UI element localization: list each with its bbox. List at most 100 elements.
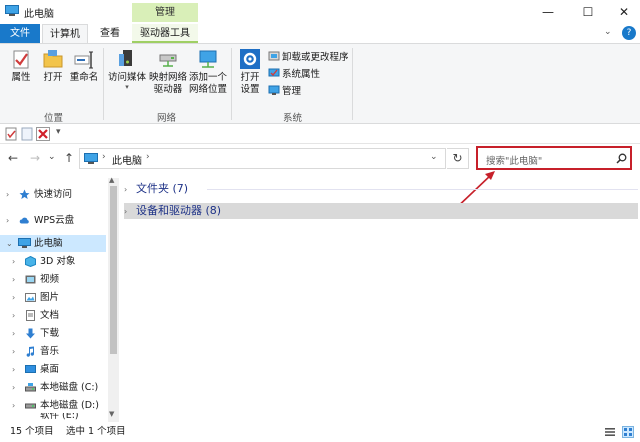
expand-chevron-icon[interactable]: › <box>12 397 15 414</box>
tab-drive-tools[interactable]: 驱动器工具 <box>132 24 198 43</box>
expand-chevron-icon[interactable]: › <box>12 343 15 360</box>
picture-icon <box>25 293 36 302</box>
nav-item-music[interactable]: › 音乐 <box>0 343 106 360</box>
rename-button[interactable]: 重命名 <box>68 48 100 84</box>
nav-item-3d-objects[interactable]: › 3D 对象 <box>0 253 106 270</box>
nav-item-desktop[interactable]: › 桌面 <box>0 361 106 378</box>
customize-toolbar-icon[interactable]: ▾ <box>56 127 61 137</box>
rename-icon <box>74 51 93 69</box>
nav-label: 此电脑 <box>34 238 63 249</box>
nav-item-documents[interactable]: › 文档 <box>0 307 106 324</box>
expand-chevron-icon[interactable]: › <box>12 379 15 396</box>
group-label: 文件夹 (7) <box>136 182 189 195</box>
scroll-down-icon[interactable]: ▼ <box>109 410 114 418</box>
uninstall-label: 卸载或更改程序 <box>282 52 349 63</box>
maximize-button[interactable]: ☐ <box>568 0 608 24</box>
nav-label: 软件 (E:) <box>40 413 79 421</box>
nav-label: 本地磁盘 (C:) <box>40 382 99 393</box>
system-properties-button[interactable]: 系统属性 <box>268 67 320 81</box>
tab-computer[interactable]: 计算机 <box>42 24 88 43</box>
manage-context-tab[interactable]: 管理 <box>132 3 198 22</box>
quick-access-toolbar: ▾ <box>0 124 640 144</box>
nav-item-pictures[interactable]: › 图片 <box>0 289 106 306</box>
breadcrumb-chevron[interactable]: › <box>102 152 106 162</box>
properties-button[interactable]: 属性 <box>6 48 36 84</box>
scroll-up-icon[interactable]: ▲ <box>109 176 114 184</box>
blank-document-icon[interactable] <box>20 127 34 141</box>
cube-icon <box>25 256 36 267</box>
scrollbar-thumb[interactable] <box>110 186 117 354</box>
map-drive-label-line2: 驱动器 <box>153 84 183 95</box>
collapse-chevron-icon[interactable]: ⌄ <box>6 235 13 252</box>
address-dropdown-icon[interactable]: ⌄ <box>430 152 438 162</box>
network-drive-icon <box>159 54 177 67</box>
manage-button[interactable]: 管理 <box>268 84 301 98</box>
expand-chevron-icon[interactable]: › <box>12 253 15 270</box>
open-settings-label-line1: 打开 <box>240 72 260 83</box>
details-view-icon[interactable] <box>604 426 616 438</box>
forward-button[interactable]: → <box>30 151 40 165</box>
properties-icon[interactable] <box>4 127 18 141</box>
expand-chevron-icon[interactable]: › <box>6 212 9 229</box>
expand-chevron-icon[interactable]: › <box>12 361 15 378</box>
nav-label: WPS云盘 <box>34 215 75 226</box>
navigation-pane: › 快速访问 › WPS云盘 ⌄ 此电脑 › 3D 对象 › 视频 › 图片 ›… <box>0 178 108 422</box>
open-settings-button[interactable]: 打开 设置 <box>236 48 264 96</box>
nav-item-downloads[interactable]: › 下载 <box>0 325 106 342</box>
nav-item-drive-e[interactable]: 软件 (E:) <box>0 413 106 422</box>
access-media-button[interactable]: 访问媒体 ▾ <box>106 48 148 91</box>
nav-item-videos[interactable]: › 视频 <box>0 271 106 288</box>
nav-item-quick-access[interactable]: › 快速访问 <box>0 186 106 203</box>
recent-locations-button[interactable]: ⌄ <box>48 152 56 162</box>
system-properties-icon <box>268 68 280 77</box>
content-pane: › 文件夹 (7) › 设备和驱动器 (8) <box>121 178 640 422</box>
address-bar[interactable]: › 此电脑 › ⌄ <box>79 148 446 169</box>
nav-scrollbar[interactable]: ▲ ▼ <box>108 176 119 422</box>
expand-chevron-icon: › <box>124 207 128 216</box>
map-drive-label-line1: 映射网络 <box>148 72 187 83</box>
add-network-location-button[interactable]: 添加一个 网络位置 <box>188 48 228 96</box>
close-button[interactable]: ✕ <box>604 0 640 24</box>
drive-icon <box>25 383 36 392</box>
properties-icon <box>13 50 29 69</box>
ribbon-collapse-icon[interactable]: ⌄ <box>604 27 612 37</box>
delete-icon[interactable] <box>36 127 50 141</box>
address-row: ← → ⌄ ↑ › 此电脑 › ⌄ ↻ 搜索"此电脑" <box>0 145 640 172</box>
map-network-drive-button[interactable]: 映射网络 驱动器 <box>148 48 188 96</box>
nav-label: 3D 对象 <box>40 256 76 267</box>
minimize-button[interactable]: — <box>528 0 568 24</box>
expand-chevron-icon[interactable]: › <box>12 325 15 342</box>
expand-chevron-icon[interactable]: › <box>6 186 9 203</box>
computer-icon <box>5 5 19 16</box>
up-button[interactable]: ↑ <box>64 151 74 165</box>
search-icon[interactable] <box>616 153 627 164</box>
expand-chevron-icon[interactable]: › <box>12 271 15 288</box>
expand-chevron-icon[interactable]: › <box>12 289 15 306</box>
nav-item-drive-c[interactable]: › 本地磁盘 (C:) <box>0 379 106 396</box>
group-header-devices-drives[interactable]: › 设备和驱动器 (8) <box>124 203 638 219</box>
system-properties-label: 系统属性 <box>282 69 321 80</box>
uninstall-button[interactable]: 卸载或更改程序 <box>268 50 349 64</box>
nav-item-this-pc[interactable]: ⌄ 此电脑 <box>0 235 106 252</box>
music-icon <box>26 346 35 357</box>
nav-item-drive-d[interactable]: › 本地磁盘 (D:) <box>0 397 106 414</box>
expand-chevron-icon[interactable]: › <box>12 307 15 324</box>
uninstall-icon <box>268 51 280 61</box>
tab-view[interactable]: 查看 <box>90 24 130 43</box>
open-button[interactable]: 打开 <box>38 48 68 84</box>
search-placeholder: 搜索"此电脑" <box>486 156 543 167</box>
nav-item-wps-cloud[interactable]: › WPS云盘 <box>0 212 106 229</box>
access-media-label: 访问媒体 <box>107 72 146 83</box>
back-button[interactable]: ← <box>8 151 18 165</box>
media-server-icon <box>119 50 132 66</box>
tab-file[interactable]: 文件 <box>0 24 40 43</box>
cloud-icon <box>19 217 29 224</box>
breadcrumb-chevron[interactable]: › <box>146 152 150 162</box>
document-icon <box>26 310 35 321</box>
rename-label: 重命名 <box>69 72 99 83</box>
help-icon[interactable]: ? <box>622 26 636 40</box>
breadcrumb-this-pc[interactable]: 此电脑 <box>112 152 142 167</box>
ribbon-divider <box>103 48 104 120</box>
nav-label: 视频 <box>40 274 60 285</box>
tiles-view-icon[interactable] <box>622 426 634 438</box>
